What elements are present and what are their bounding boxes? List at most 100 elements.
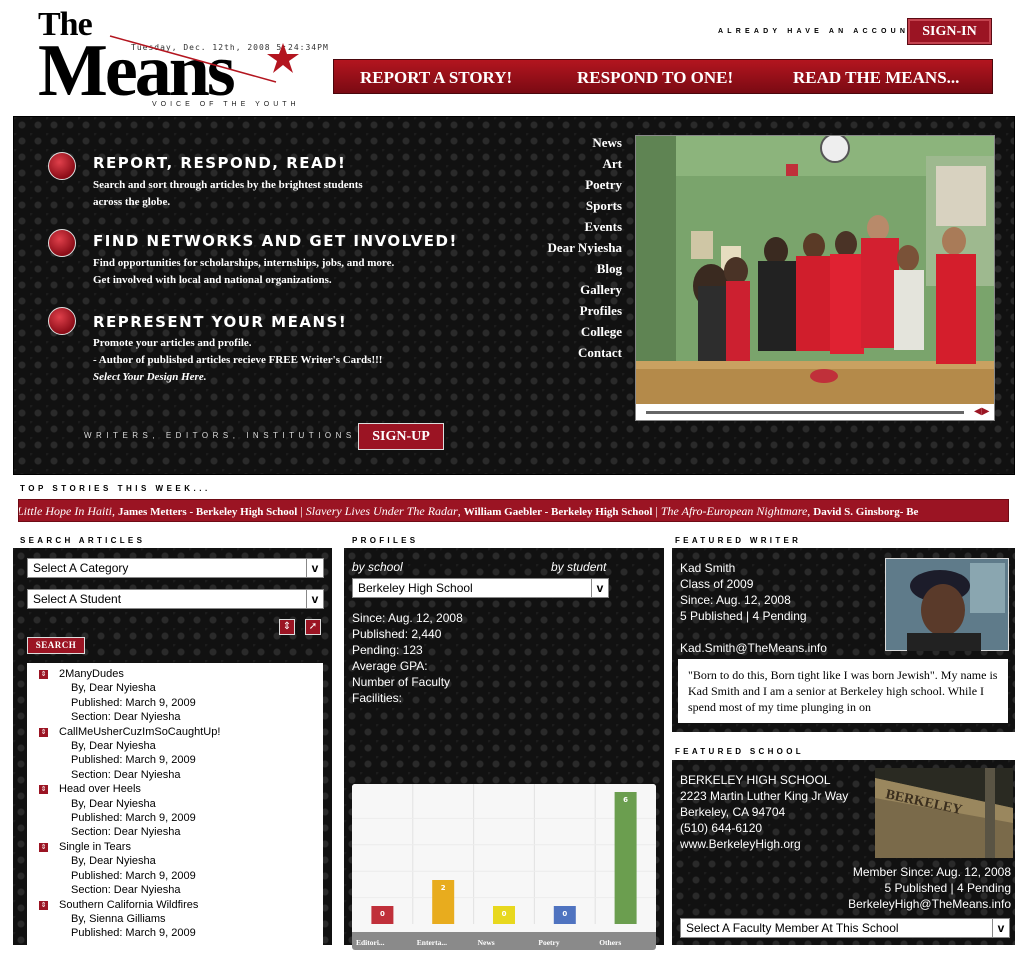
school-photo[interactable]: BERKELEY [875, 768, 1013, 858]
article-author: By, Dear Nyiesha [71, 855, 156, 868]
expand-toggle-icon[interactable]: ⇕ [39, 727, 48, 737]
side-nav-contact[interactable]: Contact [578, 345, 622, 361]
ticker-story-title[interactable]: The Afro-European Nightmare [661, 504, 807, 518]
nav-respond[interactable]: RESPOND TO ONE! [577, 68, 733, 88]
feature-line: Search and sort through articles by the … [93, 179, 363, 191]
articles-list: ⇕ 2ManyDudes By, Dear Nyiesha Published: … [27, 663, 323, 955]
school-name[interactable]: BERKELEY HIGH SCHOOL [680, 772, 831, 788]
feature-text: Search and sort through articles by the … [93, 177, 363, 211]
writer-name[interactable]: Kad Smith [680, 560, 735, 576]
side-nav-sports[interactable]: Sports [586, 198, 622, 214]
article-date: Published: March 9, 2009 [71, 754, 196, 767]
feature-title-represent: REPRESENT YOUR MEANS! [93, 313, 348, 331]
search-articles-label: SEARCH ARTICLES [20, 536, 146, 545]
article-section: Section: Dear Nyiesha [71, 711, 181, 724]
side-nav-dear-nyiesha[interactable]: Dear Nyiesha [547, 240, 622, 256]
school-email[interactable]: BerkeleyHigh@TheMeans.info [848, 896, 1011, 912]
top-stories-label: TOP STORIES THIS WEEK... [20, 484, 211, 493]
feature-line: Promote your articles and profile. [93, 337, 252, 349]
sign-up-button[interactable]: SIGN-UP [358, 423, 444, 450]
article-title[interactable]: Single in Tears [59, 841, 131, 853]
chart-tick-label: Enterta... [417, 938, 447, 947]
writer-class: Class of 2009 [680, 577, 754, 591]
expand-toggle-icon[interactable]: ⇕ [39, 900, 48, 910]
side-nav-art[interactable]: Art [603, 156, 623, 172]
sort-icon[interactable]: ⇕ [279, 619, 295, 635]
chart-tick-label: Editori... [356, 938, 385, 947]
main-nav-bar: REPORT A STORY! RESPOND TO ONE! READ THE… [333, 59, 993, 94]
feature-text: Find opportunities for scholarships, int… [93, 255, 394, 289]
logo-tagline: VOICE OF THE YOUTH [152, 101, 300, 108]
chart-data-label: 0 [380, 910, 385, 918]
chart-tick-label: Poetry [538, 938, 559, 947]
by-school-tab[interactable]: by school [352, 559, 403, 575]
school-phone: (510) 644-6120 [680, 821, 763, 835]
article-date: Published: March 9, 2009 [71, 812, 196, 825]
writer-avatar[interactable] [885, 558, 1009, 651]
list-item[interactable]: ⇕ 2ManyDudes By, Dear Nyiesha Published: … [37, 667, 323, 725]
logo-swoosh-icon [109, 35, 277, 83]
section-bar-chart: 0 Editori... 2 Enterta... 0 News 0 Poetry 6 Other… [352, 784, 656, 950]
side-nav-events[interactable]: Events [584, 219, 622, 235]
article-title[interactable]: Head over Heels [59, 783, 141, 795]
article-title[interactable]: 2ManyDudes [59, 668, 124, 680]
slideshow-arrows-icon[interactable]: ◀▶ [974, 406, 989, 417]
list-item[interactable]: ⇕ Southern California Wildfires By, Sienn… [37, 898, 323, 941]
side-nav-news[interactable]: News [592, 135, 622, 151]
ticker-story-title[interactable]: Slavery Lives Under The Radar [306, 504, 458, 518]
school-select-value: Berkeley High School [358, 581, 473, 595]
ticker-byline: James Metters - Berkeley High School [118, 506, 298, 518]
expand-toggle-icon[interactable]: ⇕ [39, 670, 48, 679]
article-date: Published: March 9, 2009 [71, 927, 196, 940]
list-item[interactable]: ⇕ Head over Heels By, Dear Nyiesha Publis… [37, 782, 323, 840]
side-nav-gallery[interactable]: Gallery [580, 282, 622, 298]
side-nav-profiles[interactable]: Profiles [580, 303, 622, 319]
search-articles-panel: Select A Category v Select A Student v S… [13, 548, 332, 955]
featured-school-label: FEATURED SCHOOL [675, 747, 804, 756]
student-select-value: Select A Student [33, 592, 122, 606]
school-website[interactable]: www.BerkeleyHigh.org [680, 836, 801, 852]
feature-title-report: REPORT, RESPOND, READ! [93, 154, 347, 172]
article-date: Published: March 9, 2009 [71, 696, 196, 709]
writer-stats: 5 Published | 4 Pending [680, 609, 807, 623]
writer-email[interactable]: Kad.Smith@TheMeans.info [680, 640, 827, 656]
article-title[interactable]: CallMeUsherCuzImSoCaughtUp! [59, 726, 220, 738]
school-stats: 5 Published | 4 Pending [884, 881, 1011, 895]
faculty-select-value: Select A Faculty Member At This School [686, 921, 899, 935]
chart-bar[interactable] [614, 792, 637, 924]
slideshow-progress[interactable] [646, 411, 964, 414]
category-select[interactable]: Select A Category v [27, 558, 324, 578]
profile-gpa: Average GPA: [352, 659, 428, 673]
ticker-byline: William Gaebler - Berkeley High School [463, 506, 653, 518]
school-address-2: Berkeley, CA 94704 [680, 805, 786, 819]
list-item[interactable]: ⇕ Single in Tears By, Dear Nyiesha Publis… [37, 840, 323, 898]
expand-toggle-icon[interactable]: ⇕ [39, 785, 48, 795]
faculty-select[interactable]: Select A Faculty Member At This School v [680, 918, 1010, 938]
side-nav-college[interactable]: College [581, 324, 622, 340]
nav-read-the-means[interactable]: READ THE MEANS... [793, 68, 959, 88]
expand-toggle-icon[interactable]: ⇕ [39, 842, 48, 852]
student-select[interactable]: Select A Student v [27, 589, 324, 609]
list-item[interactable]: ⇕ CallMeUsherCuzImSoCaughtUp! By, Dear Ny… [37, 725, 323, 783]
side-nav-blog[interactable]: Blog [597, 261, 622, 277]
feature-title-networks: FIND NETWORKS AND GET INVOLVED! [93, 232, 458, 250]
side-nav-poetry[interactable]: Poetry [585, 177, 622, 193]
chevron-down-icon: v [591, 579, 608, 597]
select-design-link[interactable]: Select Your Design Here. [93, 369, 382, 386]
ticker-story-title[interactable]: Little Hope In Haiti [19, 504, 112, 518]
category-select-value: Select A Category [33, 561, 129, 575]
search-button[interactable]: SEARCH [27, 637, 85, 654]
article-section: Section: Dear Nyiesha [71, 826, 181, 839]
sign-in-button[interactable]: SIGN-IN [907, 18, 992, 45]
school-select[interactable]: Berkeley High School v [352, 578, 609, 598]
writer-since: Since: Aug. 12, 2008 [680, 593, 791, 607]
nav-report-story[interactable]: REPORT A STORY! [360, 68, 512, 88]
gallery-slideshow[interactable]: ◀▶ [635, 135, 995, 421]
expand-icon[interactable]: ➚ [305, 619, 321, 635]
feature-line: Find opportunities for scholarships, int… [93, 257, 395, 269]
by-student-tab[interactable]: by student [551, 559, 606, 575]
chevron-down-icon: v [306, 559, 323, 577]
chart-data-label: 0 [502, 910, 507, 918]
article-title[interactable]: Southern California Wildfires [59, 899, 198, 911]
article-author: By, Dear Nyiesha [71, 797, 156, 810]
